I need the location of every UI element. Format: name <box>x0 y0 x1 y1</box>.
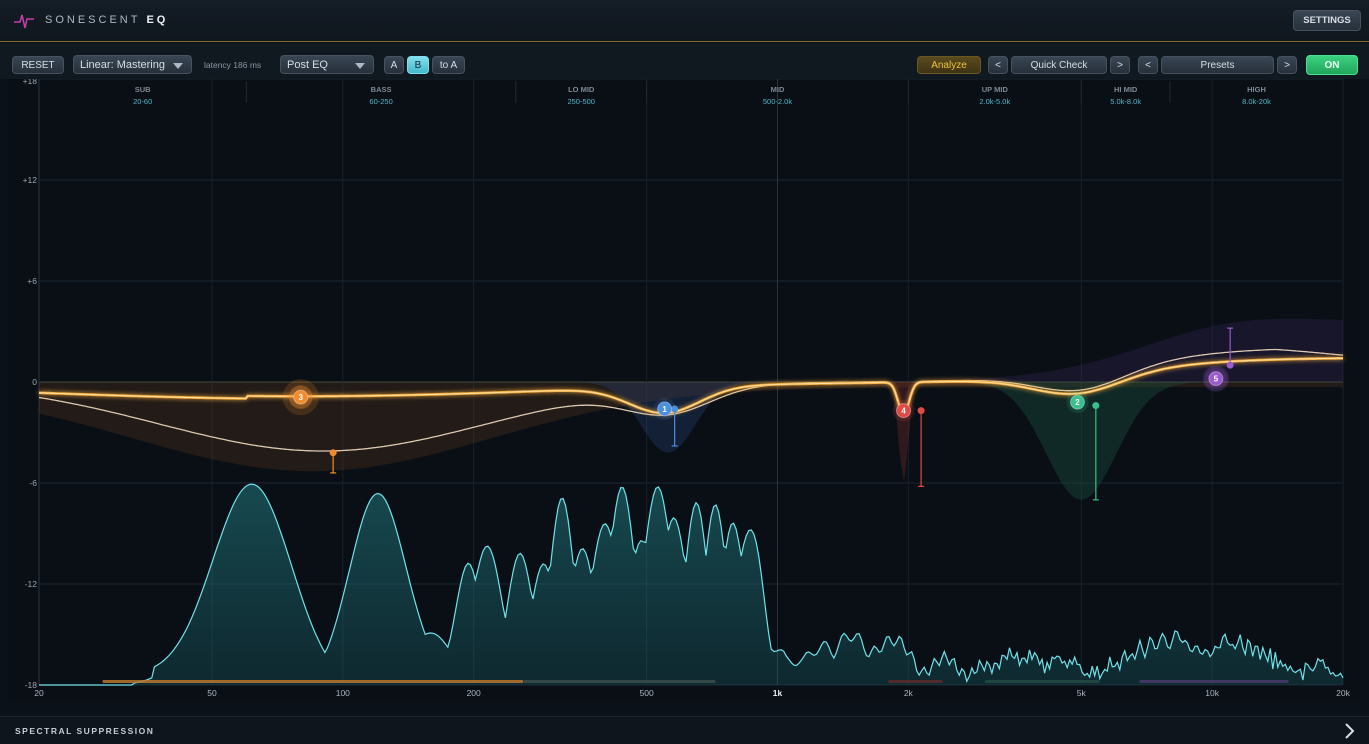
freq-tick-label: 5k <box>1077 688 1087 698</box>
reset-button[interactable]: RESET <box>12 56 64 74</box>
db-tick-label: +12 <box>23 175 38 185</box>
processing-mode-dropdown[interactable]: Linear: Mastering <box>73 55 192 74</box>
presets-prev-button[interactable]: < <box>1138 56 1158 74</box>
freq-tick-label: 20k <box>1336 688 1350 698</box>
power-on-button[interactable]: ON <box>1306 55 1358 75</box>
band-3-gain-handle[interactable] <box>329 449 337 457</box>
band-4-gain-handle[interactable] <box>917 407 925 415</box>
frequency-regions: SUB 20-60 BASS 60-250 LO MID 250-500 MID 500-2.… <box>133 81 1271 106</box>
band-range-strip <box>523 680 716 683</box>
copy-to-a-button[interactable]: to A <box>432 56 465 74</box>
freq-tick-label: 100 <box>336 688 350 698</box>
quick-check-button[interactable]: Quick Check <box>1011 56 1107 74</box>
region-name: LO MID <box>568 85 595 94</box>
region-name: SUB <box>135 85 151 94</box>
band-5-label: 5 <box>1214 375 1219 384</box>
band-2-gain-handle[interactable] <box>1092 402 1100 410</box>
spectral-suppression-bar[interactable]: SPECTRAL SUPPRESSION <box>0 716 1369 744</box>
brand-name: SONESCENT <box>45 14 141 26</box>
region-range: 2.0k-5.0k <box>979 97 1010 106</box>
spectral-suppression-label: SPECTRAL SUPPRESSION <box>15 726 155 736</box>
analyze-button[interactable]: Analyze <box>917 56 981 74</box>
db-tick-label: +18 <box>23 79 38 86</box>
region-name: BASS <box>371 85 392 94</box>
band-range-strip <box>984 680 1100 683</box>
chevron-down-icon <box>173 63 183 69</box>
freq-tick-label: 1k <box>773 688 783 698</box>
band-range-strip <box>888 680 943 683</box>
band-1-label: 1 <box>662 405 667 414</box>
freq-tick-label: 200 <box>467 688 481 698</box>
quick-check-next-button[interactable]: > <box>1110 56 1130 74</box>
freq-tick-label: 10k <box>1205 688 1219 698</box>
region-name: HIGH <box>1247 85 1266 94</box>
slot-a-button[interactable]: A <box>384 56 404 74</box>
settings-button[interactable]: SETTINGS <box>1293 10 1361 31</box>
region-range: 60-250 <box>369 97 392 106</box>
title-bar: SONESCENT EQ SETTINGS <box>0 0 1369 42</box>
db-tick-label: +6 <box>27 276 37 286</box>
chevron-down-icon <box>355 63 365 69</box>
db-tick-label: -6 <box>29 478 37 488</box>
analyzer-position-dropdown[interactable]: Post EQ <box>280 55 374 74</box>
band-range-strip <box>1139 680 1289 683</box>
quick-check-prev-button[interactable]: < <box>988 56 1008 74</box>
eq-graph[interactable]: SUB20-60BASS60-250LO MID250-500MID500-2.… <box>8 76 1360 701</box>
region-range: 250-500 <box>567 97 595 106</box>
band-range-strip <box>102 680 524 683</box>
brand-title: SONESCENT EQ <box>45 14 168 26</box>
freq-tick-label: 20 <box>34 688 44 698</box>
band-3-label: 3 <box>298 393 303 402</box>
band-2-label: 2 <box>1075 398 1080 407</box>
processing-mode-value: Linear: Mastering <box>80 58 165 71</box>
region-name: MID <box>771 85 785 94</box>
sonescent-logo-icon <box>14 14 34 29</box>
db-tick-label: -12 <box>25 579 38 589</box>
region-name: HI MID <box>1114 85 1138 94</box>
region-range: 500-2.0k <box>763 97 792 106</box>
analyzer-position-value: Post EQ <box>287 58 328 71</box>
db-tick-label: 0 <box>32 377 37 387</box>
band-4-label: 4 <box>901 407 906 416</box>
region-range: 5.0k-8.0k <box>1110 97 1141 106</box>
freq-tick-label: 50 <box>207 688 217 698</box>
slot-b-button[interactable]: B <box>407 56 429 74</box>
eq-display[interactable]: SUB 20-60 BASS 60-250 LO MID 250-500 MID 500-2.… <box>8 76 1360 701</box>
region-range: 20-60 <box>133 97 152 106</box>
brand-product: EQ <box>146 14 169 26</box>
freq-tick-label: 500 <box>640 688 654 698</box>
band-5-gain-handle[interactable] <box>1226 361 1234 369</box>
region-range: 8.0k-20k <box>1242 97 1271 106</box>
presets-button[interactable]: Presets <box>1161 56 1274 74</box>
freq-tick-label: 2k <box>904 688 914 698</box>
spectrum-fill <box>39 484 1343 685</box>
latency-readout: latency 186 ms <box>204 60 262 70</box>
region-name: UP MID <box>982 85 1009 94</box>
chevron-right-icon[interactable] <box>1341 722 1357 740</box>
spectrum-analyzer <box>39 483 1344 686</box>
presets-next-button[interactable]: > <box>1277 56 1297 74</box>
